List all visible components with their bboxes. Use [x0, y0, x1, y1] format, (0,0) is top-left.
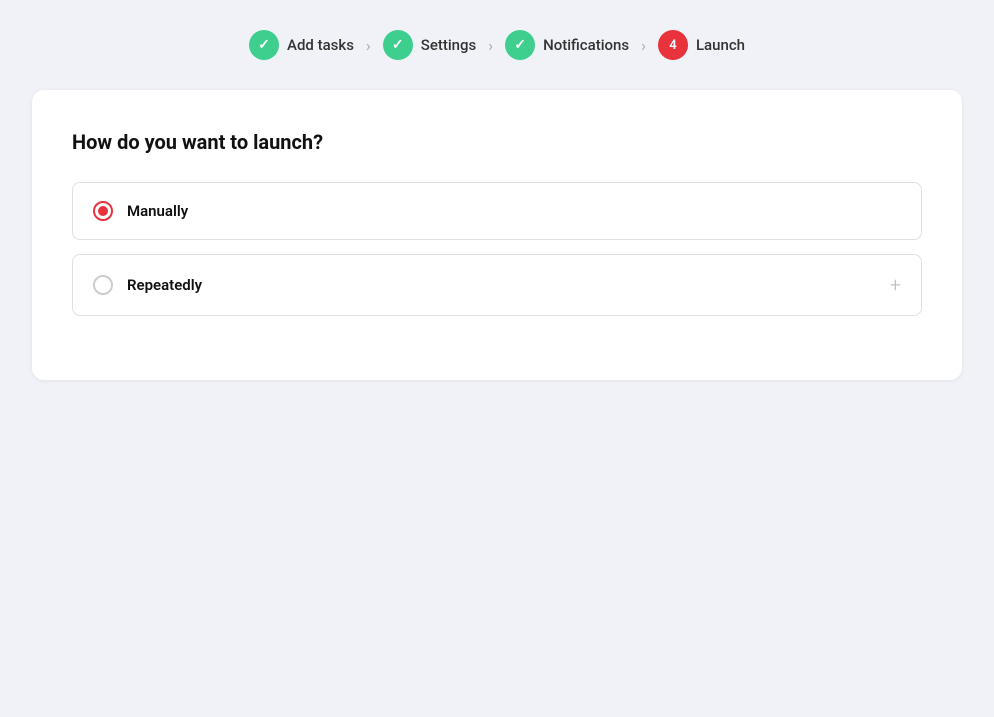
chevron-icon-1: › [366, 36, 371, 55]
option-repeatedly-left: Repeatedly [93, 275, 202, 295]
chevron-icon-2: › [488, 36, 493, 55]
step-circle-add-tasks: ✓ [249, 30, 279, 60]
step-number-launch: 4 [669, 38, 676, 53]
stepper: ✓ Add tasks › ✓ Settings › ✓ Notificatio… [249, 30, 745, 60]
step-launch[interactable]: 4 Launch [658, 30, 745, 60]
launch-card: How do you want to launch? Manually Repe… [32, 90, 962, 380]
step-label-add-tasks: Add tasks [287, 36, 354, 54]
radio-repeatedly[interactable] [93, 275, 113, 295]
chevron-icon-3: › [641, 36, 646, 55]
option-label-repeatedly: Repeatedly [127, 276, 202, 294]
expand-icon-repeatedly[interactable]: + [890, 273, 901, 297]
step-notifications[interactable]: ✓ Notifications [505, 30, 629, 60]
option-label-manually: Manually [127, 202, 188, 220]
checkmark-icon-2: ✓ [392, 37, 404, 53]
step-label-notifications: Notifications [543, 36, 629, 54]
step-add-tasks[interactable]: ✓ Add tasks [249, 30, 354, 60]
step-circle-notifications: ✓ [505, 30, 535, 60]
step-circle-launch: 4 [658, 30, 688, 60]
option-repeatedly[interactable]: Repeatedly + [72, 254, 922, 316]
checkmark-icon-3: ✓ [514, 37, 526, 53]
option-manually-left: Manually [93, 201, 188, 221]
option-manually[interactable]: Manually [72, 182, 922, 240]
step-settings[interactable]: ✓ Settings [383, 30, 477, 60]
radio-manually[interactable] [93, 201, 113, 221]
step-label-launch: Launch [696, 36, 745, 54]
checkmark-icon: ✓ [258, 37, 270, 53]
card-title: How do you want to launch? [72, 130, 922, 154]
step-circle-settings: ✓ [383, 30, 413, 60]
radio-inner-manually [98, 206, 108, 216]
step-label-settings: Settings [421, 36, 477, 54]
